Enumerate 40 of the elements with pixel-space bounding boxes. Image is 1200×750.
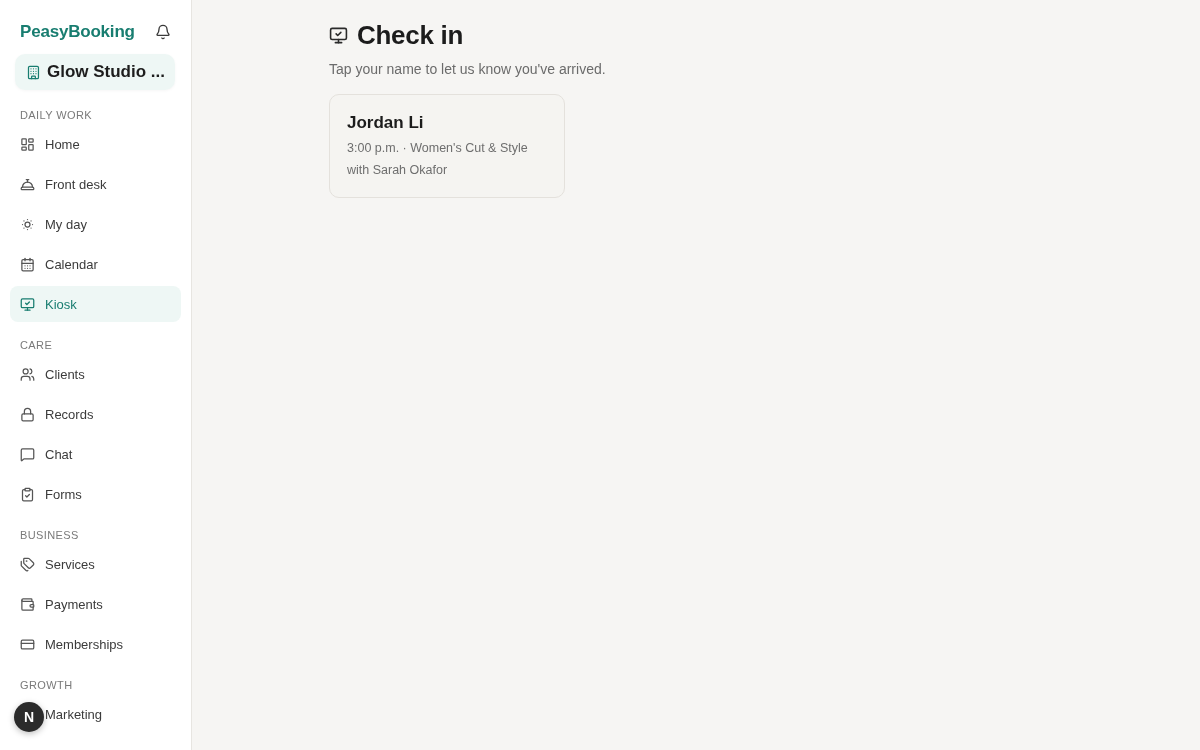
- studio-switcher-button[interactable]: Glow Studio ...: [15, 54, 175, 90]
- appointment-card[interactable]: Jordan Li 3:00 p.m. · Women's Cut & Style with Sarah Okafor: [329, 94, 565, 198]
- calendar-icon: [20, 256, 35, 272]
- app-logo: PeasyBooking: [20, 22, 135, 42]
- nav-item[interactable]: Chat: [10, 436, 181, 472]
- monitor-check-icon: [329, 26, 348, 45]
- notifications-bell-icon[interactable]: [155, 24, 171, 40]
- nav-item[interactable]: Front desk: [10, 166, 181, 202]
- nav-section-heading: DAILY WORK: [20, 109, 93, 121]
- nav-item[interactable]: Memberships: [10, 626, 181, 662]
- nav-section-heading: GROWTH: [20, 679, 73, 691]
- clipboard-check-icon: [20, 486, 35, 502]
- nav-item[interactable]: Home: [10, 126, 181, 162]
- nav-item[interactable]: Payments: [10, 586, 181, 622]
- building-icon: [26, 64, 41, 80]
- wallet-icon: [20, 596, 35, 612]
- nav-item[interactable]: Services: [10, 546, 181, 582]
- users-icon: [20, 366, 35, 382]
- client-name: Jordan Li: [347, 113, 424, 133]
- page-subtitle: Tap your name to let us know you've arrived.: [329, 61, 606, 77]
- nav-item-active[interactable]: Kiosk: [10, 286, 181, 322]
- credit-card-icon: [20, 636, 35, 652]
- monitor-check-icon: [20, 296, 35, 312]
- nav-section-heading: CARE: [20, 339, 53, 351]
- nav-item[interactable]: Clients: [10, 356, 181, 392]
- nav-item[interactable]: Records: [10, 396, 181, 432]
- nav-item[interactable]: Marketing: [45, 696, 107, 732]
- chat-bubble-icon: [20, 446, 35, 462]
- tags-icon: [20, 556, 35, 572]
- nav-item[interactable]: Calendar: [10, 246, 181, 282]
- page-title: Check in: [357, 20, 463, 51]
- staff-name: with Sarah Okafor: [347, 163, 448, 177]
- nav-item[interactable]: Forms: [10, 476, 181, 512]
- nav-section-heading: BUSINESS: [20, 529, 79, 541]
- appointment-details: 3:00 p.m. · Women's Cut & Style: [347, 141, 528, 155]
- dashboard-grid-icon: [20, 136, 35, 152]
- nav-item[interactable]: My day: [10, 206, 181, 242]
- lock-icon: [20, 406, 35, 422]
- service-bell-icon: [20, 176, 35, 192]
- sun-icon: [20, 216, 35, 232]
